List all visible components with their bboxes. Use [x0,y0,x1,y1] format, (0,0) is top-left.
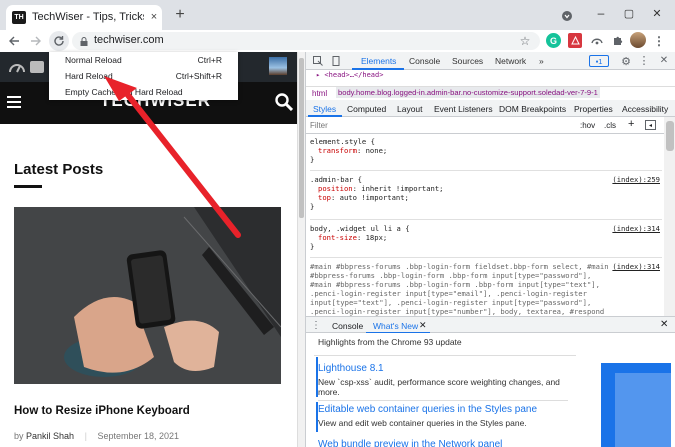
browser-window: TH TechWiser - Tips, Tricks & How to × +… [0,0,675,447]
annotation-arrow [104,76,241,238]
